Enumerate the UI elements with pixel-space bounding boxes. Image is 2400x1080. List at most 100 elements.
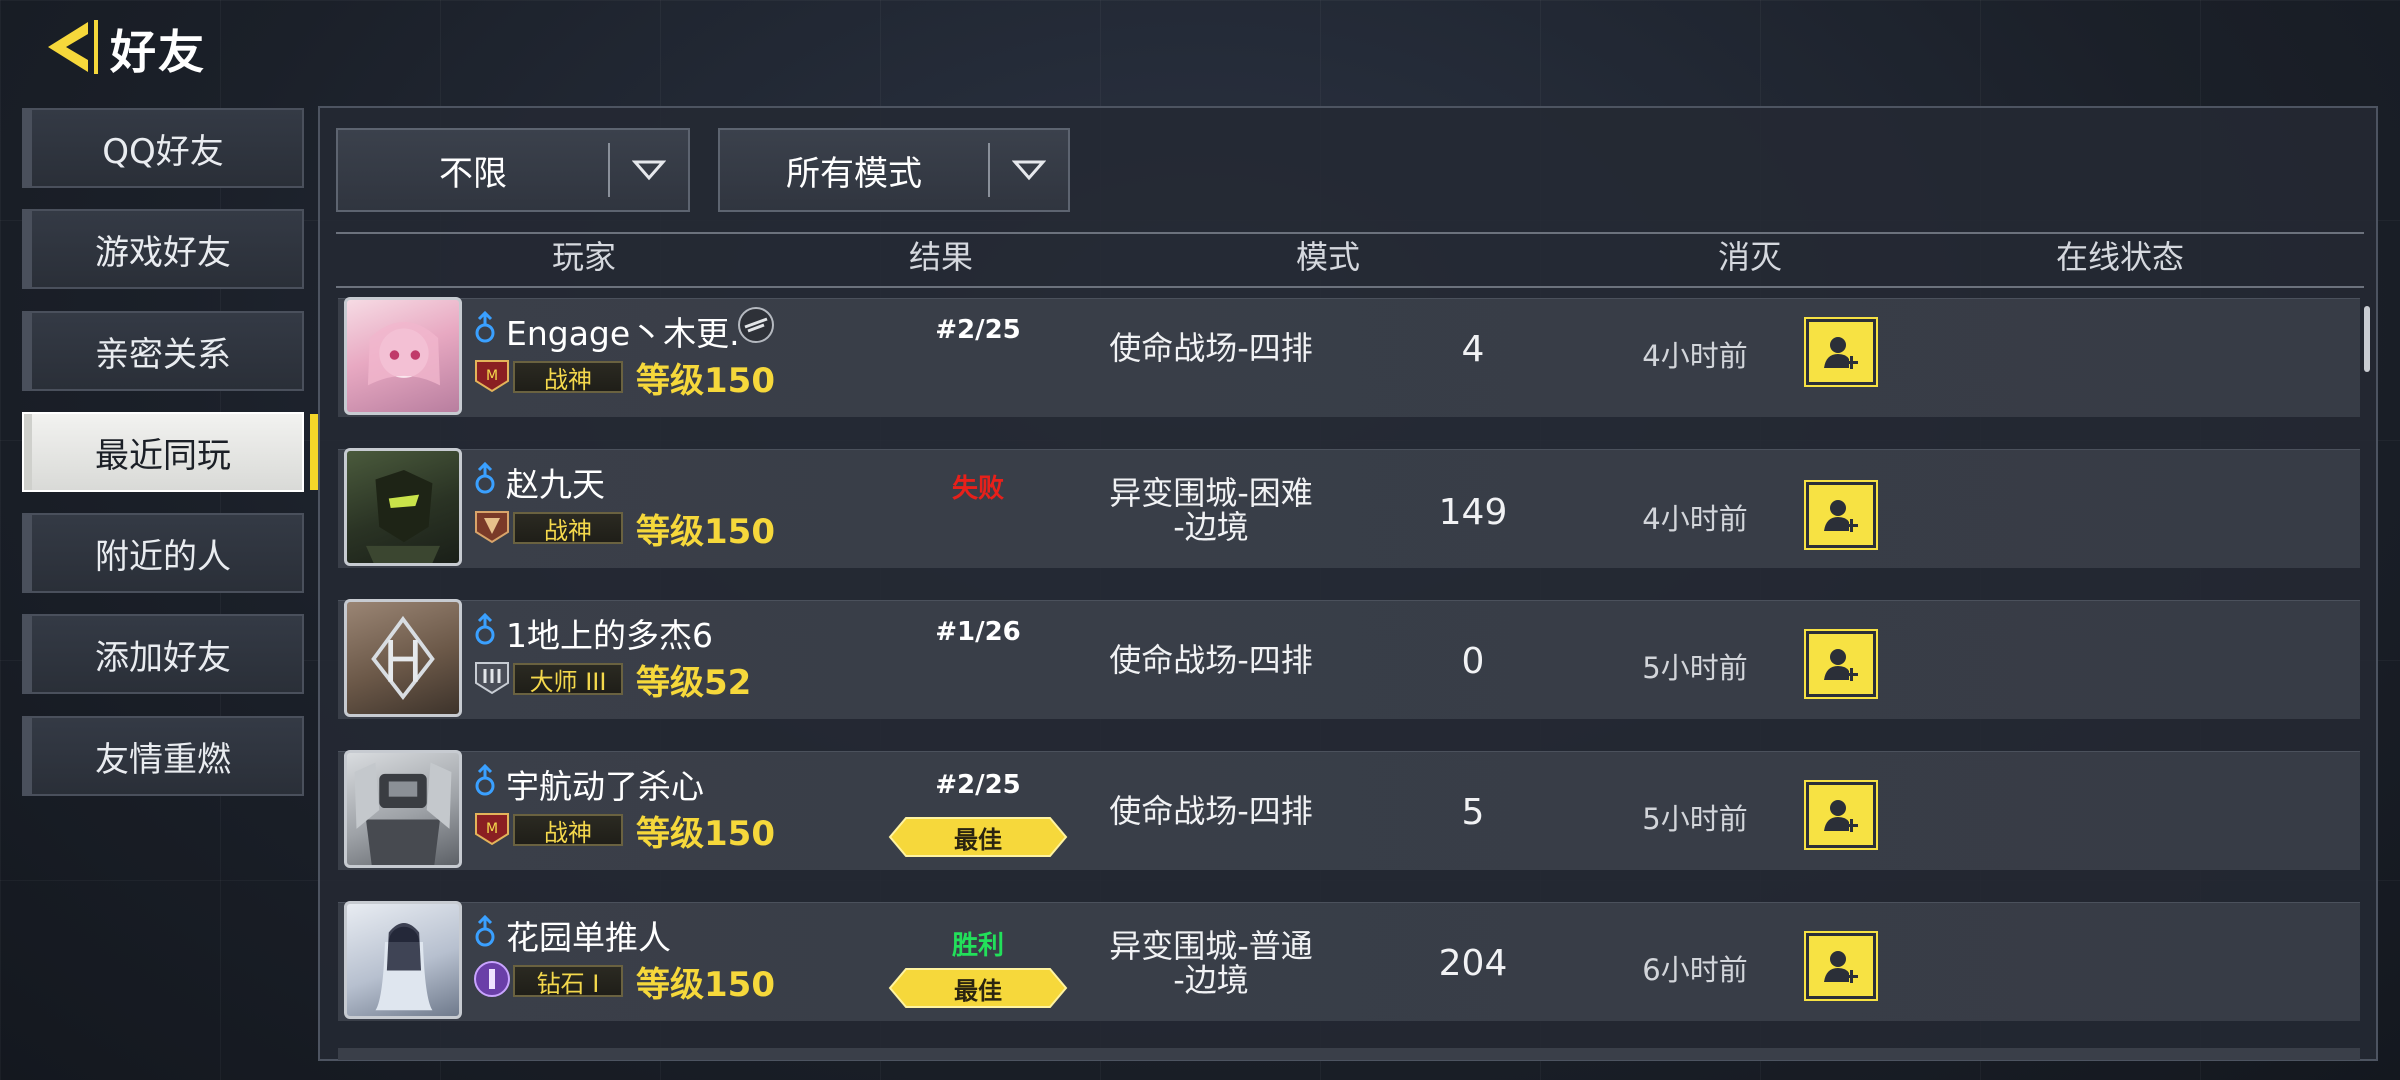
online-status: 5小时前 bbox=[1642, 802, 1748, 836]
mvp-label: 最佳 bbox=[954, 825, 1002, 854]
add-user-icon bbox=[1824, 500, 1858, 532]
sidebar-item-rekindle[interactable]: 友情重燃 bbox=[22, 716, 304, 796]
game-mode: 使命战场-四排 bbox=[1109, 331, 1313, 365]
sidebar-item-nearby[interactable]: 附近的人 bbox=[22, 513, 304, 593]
kill-count: 149 bbox=[1438, 492, 1508, 533]
mode-filter-value: 所有模式 bbox=[786, 153, 922, 194]
player-name: Engage丶木更. bbox=[506, 314, 740, 353]
player-name: 宇航动了杀心 bbox=[506, 767, 704, 806]
online-status: 4小时前 bbox=[1642, 339, 1748, 373]
column-header-result: 结果 bbox=[908, 238, 974, 276]
player-avatar[interactable] bbox=[344, 901, 462, 1019]
range-filter-value: 不限 bbox=[439, 153, 507, 194]
list-scrollbar[interactable] bbox=[2364, 306, 2370, 372]
column-header-kills: 消灭 bbox=[1717, 238, 1783, 276]
table-row[interactable]: 花园单推人 钻石 I 等级150 胜利 最佳 异变围城-普通 -边境 204 6… bbox=[338, 901, 2360, 1021]
svg-text:M: M bbox=[486, 821, 498, 837]
player-avatar[interactable] bbox=[344, 448, 462, 566]
svg-text:M: M bbox=[486, 368, 498, 384]
kill-count: 4 bbox=[1461, 329, 1485, 370]
clan-emblem-icon bbox=[738, 307, 774, 343]
column-header-player: 玩家 bbox=[551, 238, 617, 276]
sidebar-item-intimate[interactable]: 亲密关系 bbox=[22, 311, 304, 391]
sidebar-item-qq-friends[interactable]: QQ好友 bbox=[22, 108, 304, 188]
chevron-down-icon bbox=[990, 159, 1068, 181]
add-user-icon bbox=[1824, 951, 1858, 983]
game-mode-line: 使命战场-四排 bbox=[1109, 792, 1313, 830]
page-title: 好友 bbox=[110, 25, 206, 79]
game-mode: 使命战场-四排 bbox=[1109, 794, 1313, 828]
rank-badge: 战神 bbox=[513, 512, 623, 545]
player-name: 花园单推人 bbox=[506, 918, 671, 957]
sidebar-item-add-friend[interactable]: 添加好友 bbox=[22, 614, 304, 694]
male-icon bbox=[475, 613, 495, 645]
sidebar-item-recent-played[interactable]: 最近同玩 bbox=[22, 412, 318, 492]
chevron-down-icon bbox=[610, 159, 688, 181]
recent-players-panel: 不限 所有模式 玩家 结果 模式 消灭 在线状态 Engage丶木更. M 战神… bbox=[318, 106, 2378, 1061]
male-icon bbox=[475, 764, 495, 796]
header-divider bbox=[336, 286, 2364, 288]
mvp-badge: 最佳 bbox=[888, 816, 1068, 858]
add-friend-button[interactable] bbox=[1804, 317, 1878, 387]
online-status: 6小时前 bbox=[1642, 953, 1748, 987]
game-mode-line: 使命战场-四排 bbox=[1109, 641, 1313, 679]
player-avatar[interactable] bbox=[344, 599, 462, 717]
game-mode: 异变围城-困难 -边境 bbox=[1109, 476, 1313, 544]
rank-emblem-icon bbox=[475, 511, 509, 544]
rank-badge: 大师 III bbox=[513, 663, 623, 696]
add-user-icon bbox=[1824, 800, 1858, 832]
back-arrow-icon bbox=[48, 20, 98, 74]
rank-emblem-icon bbox=[475, 662, 509, 695]
add-friend-button[interactable] bbox=[1804, 780, 1878, 850]
sidebar-item-game-friends[interactable]: 游戏好友 bbox=[22, 209, 304, 289]
rank-emblem-icon: M bbox=[475, 813, 509, 846]
player-level: 等级150 bbox=[636, 512, 775, 552]
column-header-status: 在线状态 bbox=[2055, 238, 2185, 276]
male-icon bbox=[475, 915, 495, 947]
game-mode: 使命战场-四排 bbox=[1109, 643, 1313, 677]
table-row[interactable]: 宇航动了杀心 M 战神 等级150 #2/25 最佳 使命战场-四排 5 5小时… bbox=[338, 750, 2360, 870]
match-result: #2/25 bbox=[935, 770, 1021, 800]
rank-badge: 钻石 I bbox=[513, 965, 623, 998]
male-icon bbox=[475, 311, 495, 343]
range-filter-dropdown[interactable]: 不限 bbox=[336, 128, 690, 212]
kill-count: 204 bbox=[1438, 943, 1508, 984]
male-icon bbox=[475, 462, 495, 494]
column-header-mode: 模式 bbox=[1295, 238, 1361, 276]
match-result: 失败 bbox=[951, 474, 1005, 504]
mvp-badge: 最佳 bbox=[888, 967, 1068, 1009]
mode-filter-dropdown[interactable]: 所有模式 bbox=[718, 128, 1070, 212]
add-friend-button[interactable] bbox=[1804, 629, 1878, 699]
mvp-label: 最佳 bbox=[954, 976, 1002, 1005]
table-row-partial bbox=[338, 1048, 2360, 1060]
game-mode: 异变围城-普通 -边境 bbox=[1109, 929, 1313, 997]
table-row[interactable]: 1地上的多杰6 大师 III 等级52 #1/26 使命战场-四排 0 5小时前 bbox=[338, 599, 2360, 719]
rank-badge: 战神 bbox=[513, 814, 623, 847]
match-result: #2/25 bbox=[935, 315, 1021, 345]
player-avatar[interactable] bbox=[344, 297, 462, 415]
kill-count: 0 bbox=[1461, 641, 1485, 682]
game-mode-line: 异变围城-困难 bbox=[1109, 474, 1313, 512]
rank-emblem-icon bbox=[474, 961, 510, 997]
add-user-icon bbox=[1824, 649, 1858, 681]
game-mode-line: -边境 bbox=[1173, 961, 1249, 999]
player-name: 1地上的多杰6 bbox=[506, 616, 713, 655]
player-name: 赵九天 bbox=[506, 465, 605, 504]
table-row[interactable]: 赵九天 战神 等级150 失败 异变围城-困难 -边境 149 4小时前 bbox=[338, 448, 2360, 568]
add-user-icon bbox=[1824, 337, 1858, 369]
rank-badge: 战神 bbox=[513, 361, 623, 394]
add-friend-button[interactable] bbox=[1804, 480, 1878, 550]
player-level: 等级150 bbox=[636, 361, 775, 401]
player-level: 等级150 bbox=[636, 814, 775, 854]
add-friend-button[interactable] bbox=[1804, 931, 1878, 1001]
game-mode-line: -边境 bbox=[1173, 508, 1249, 546]
match-result: #1/26 bbox=[935, 617, 1021, 647]
online-status: 4小时前 bbox=[1642, 502, 1748, 536]
rank-emblem-icon: M bbox=[475, 360, 509, 393]
table-row[interactable]: Engage丶木更. M 战神 等级150 #2/25 使命战场-四排 4 4小… bbox=[338, 297, 2360, 417]
match-result: 胜利 bbox=[951, 931, 1005, 961]
kill-count: 5 bbox=[1461, 792, 1485, 833]
online-status: 5小时前 bbox=[1642, 651, 1748, 685]
player-level: 等级52 bbox=[636, 663, 752, 703]
player-avatar[interactable] bbox=[344, 750, 462, 868]
